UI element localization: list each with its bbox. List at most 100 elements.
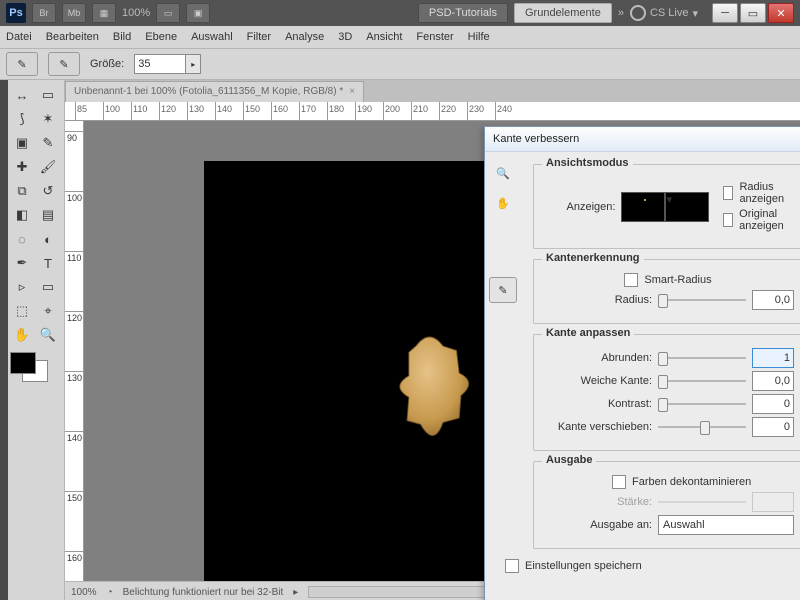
heal-tool[interactable]: ✚: [10, 156, 34, 178]
path-tool[interactable]: ▹: [10, 276, 34, 298]
refine-brush-button[interactable]: ✎: [489, 277, 517, 303]
shift-slider[interactable]: [658, 420, 746, 434]
screen-mode-button[interactable]: ▣: [186, 3, 210, 23]
move-tool[interactable]: ↔: [10, 84, 34, 106]
decontaminate-checkbox[interactable]: [612, 475, 626, 489]
zoom-display[interactable]: 100%: [122, 7, 150, 19]
ruler-vertical: 90100110120130140150160: [65, 121, 84, 581]
group-edge-detect: Kantenerkennung Smart-Radius Radius: 0,0: [533, 259, 800, 324]
menu-fenster[interactable]: Fenster: [416, 31, 453, 43]
hand-tool-icon[interactable]: ✋: [493, 193, 513, 213]
group-output-legend: Ausgabe: [542, 454, 596, 466]
size-label: Größe:: [90, 58, 124, 70]
feather-slider[interactable]: [658, 374, 746, 388]
camera-tool[interactable]: ⌖: [36, 300, 60, 322]
output-to-select[interactable]: Auswahl: [658, 515, 794, 535]
zoom-tool[interactable]: 🔍: [36, 324, 60, 346]
status-zoom[interactable]: 100%: [71, 587, 97, 598]
smooth-label: Abrunden:: [542, 352, 652, 364]
current-tool-chip[interactable]: ✎: [6, 52, 38, 76]
pen-tool[interactable]: ✒: [10, 252, 34, 274]
contrast-value[interactable]: 0: [752, 394, 794, 414]
amount-slider: [658, 495, 746, 509]
brush-preset-chip[interactable]: ✎: [48, 52, 80, 76]
document-tab[interactable]: Unbenannt-1 bei 100% (Fotolia_6111356_M …: [65, 81, 364, 102]
status-play-icon[interactable]: ▸: [293, 587, 298, 598]
group-output: Ausgabe Farben dekontaminieren Stärke: A…: [533, 461, 800, 549]
panel-collapse-strip[interactable]: [0, 80, 8, 600]
3d-tool[interactable]: ⬚: [10, 300, 34, 322]
view-preview[interactable]: [621, 192, 665, 222]
gradient-tool[interactable]: ▤: [36, 204, 60, 226]
close-tab-icon[interactable]: ×: [349, 86, 355, 97]
show-radius-label: Radius anzeigen: [739, 181, 794, 205]
crop-tool[interactable]: ▣: [10, 132, 34, 154]
menu-filter[interactable]: Filter: [247, 31, 271, 43]
document-title: Unbenannt-1 bei 100% (Fotolia_6111356_M …: [74, 86, 343, 97]
menu-bar: Datei Bearbeiten Bild Ebene Auswahl Filt…: [0, 26, 800, 49]
show-radius-checkbox[interactable]: [723, 186, 733, 200]
group-adjust-legend: Kante anpassen: [542, 327, 634, 339]
dodge-tool[interactable]: ◐: [36, 228, 60, 250]
stamp-tool[interactable]: ⧉: [10, 180, 34, 202]
mini-bridge-button[interactable]: Mb: [62, 3, 86, 23]
ruler-horizontal: 8510011012013014015016017018019020021022…: [65, 102, 800, 121]
menu-bild[interactable]: Bild: [113, 31, 131, 43]
zoom-tool-icon[interactable]: 🔍: [493, 163, 513, 183]
wand-tool[interactable]: ✶: [36, 108, 60, 130]
window-close-button[interactable]: ✕: [768, 3, 794, 23]
hand-tool[interactable]: ✋: [10, 324, 34, 346]
document-tabs: Unbenannt-1 bei 100% (Fotolia_6111356_M …: [65, 80, 800, 102]
window-maximize-button[interactable]: ▭: [740, 3, 766, 23]
blur-tool[interactable]: ◌: [10, 228, 34, 250]
remember-settings-checkbox[interactable]: [505, 559, 519, 573]
radius-value[interactable]: 0,0: [752, 290, 794, 310]
menu-datei[interactable]: Datei: [6, 31, 32, 43]
feather-label: Weiche Kante:: [542, 375, 652, 387]
arrange-button[interactable]: ▭: [156, 3, 180, 23]
workspace-tab-grund[interactable]: Grundelemente: [514, 3, 612, 23]
view-preview-dropdown[interactable]: ▾: [665, 192, 709, 222]
amount-label: Stärke:: [542, 496, 652, 508]
brush-size-input[interactable]: 35: [134, 54, 186, 74]
menu-bearbeiten[interactable]: Bearbeiten: [46, 31, 99, 43]
menu-ebene[interactable]: Ebene: [145, 31, 177, 43]
cs-live-icon: [630, 5, 646, 21]
marquee-tool[interactable]: ▭: [36, 84, 60, 106]
smart-radius-checkbox[interactable]: [624, 273, 638, 287]
menu-3d[interactable]: 3D: [338, 31, 352, 43]
contrast-slider[interactable]: [658, 397, 746, 411]
workspace-more-icon[interactable]: »: [618, 7, 624, 19]
type-tool[interactable]: T: [36, 252, 60, 274]
cs-live-button[interactable]: CS Live ▾: [630, 5, 698, 21]
menu-hilfe[interactable]: Hilfe: [468, 31, 490, 43]
view-extras-button[interactable]: ▦: [92, 3, 116, 23]
eraser-tool[interactable]: ◧: [10, 204, 34, 226]
shift-value[interactable]: 0: [752, 417, 794, 437]
smooth-value[interactable]: 1: [752, 348, 794, 368]
show-original-checkbox[interactable]: [723, 213, 733, 227]
shape-tool[interactable]: ▭: [36, 276, 60, 298]
radius-slider[interactable]: [658, 293, 746, 307]
photoshop-logo: Ps: [6, 3, 26, 23]
menu-analyse[interactable]: Analyse: [285, 31, 324, 43]
eyedropper-tool[interactable]: ✎: [36, 132, 60, 154]
fg-color-swatch[interactable]: [10, 352, 36, 374]
window-minimize-button[interactable]: ─: [712, 3, 738, 23]
dialog-titlebar[interactable]: Kante verbessern: [485, 127, 800, 152]
history-brush-tool[interactable]: ↺: [36, 180, 60, 202]
group-edge-detect-legend: Kantenerkennung: [542, 252, 644, 264]
smooth-slider[interactable]: [658, 351, 746, 365]
menu-ansicht[interactable]: Ansicht: [366, 31, 402, 43]
color-swatches[interactable]: [10, 352, 48, 382]
menu-auswahl[interactable]: Auswahl: [191, 31, 233, 43]
brush-size-dropdown[interactable]: ▸: [186, 54, 201, 74]
feather-value[interactable]: 0,0: [752, 371, 794, 391]
progress-icon: ◔: [107, 587, 113, 598]
options-bar: ✎ ✎ Größe: 35 ▸: [0, 49, 800, 80]
lasso-tool[interactable]: ⟆: [10, 108, 34, 130]
brush-tool[interactable]: 🖌: [36, 156, 60, 178]
workspace-tab-psd[interactable]: PSD-Tutorials: [418, 3, 508, 23]
bridge-button[interactable]: Br: [32, 3, 56, 23]
show-original-label: Original anzeigen: [739, 208, 794, 232]
